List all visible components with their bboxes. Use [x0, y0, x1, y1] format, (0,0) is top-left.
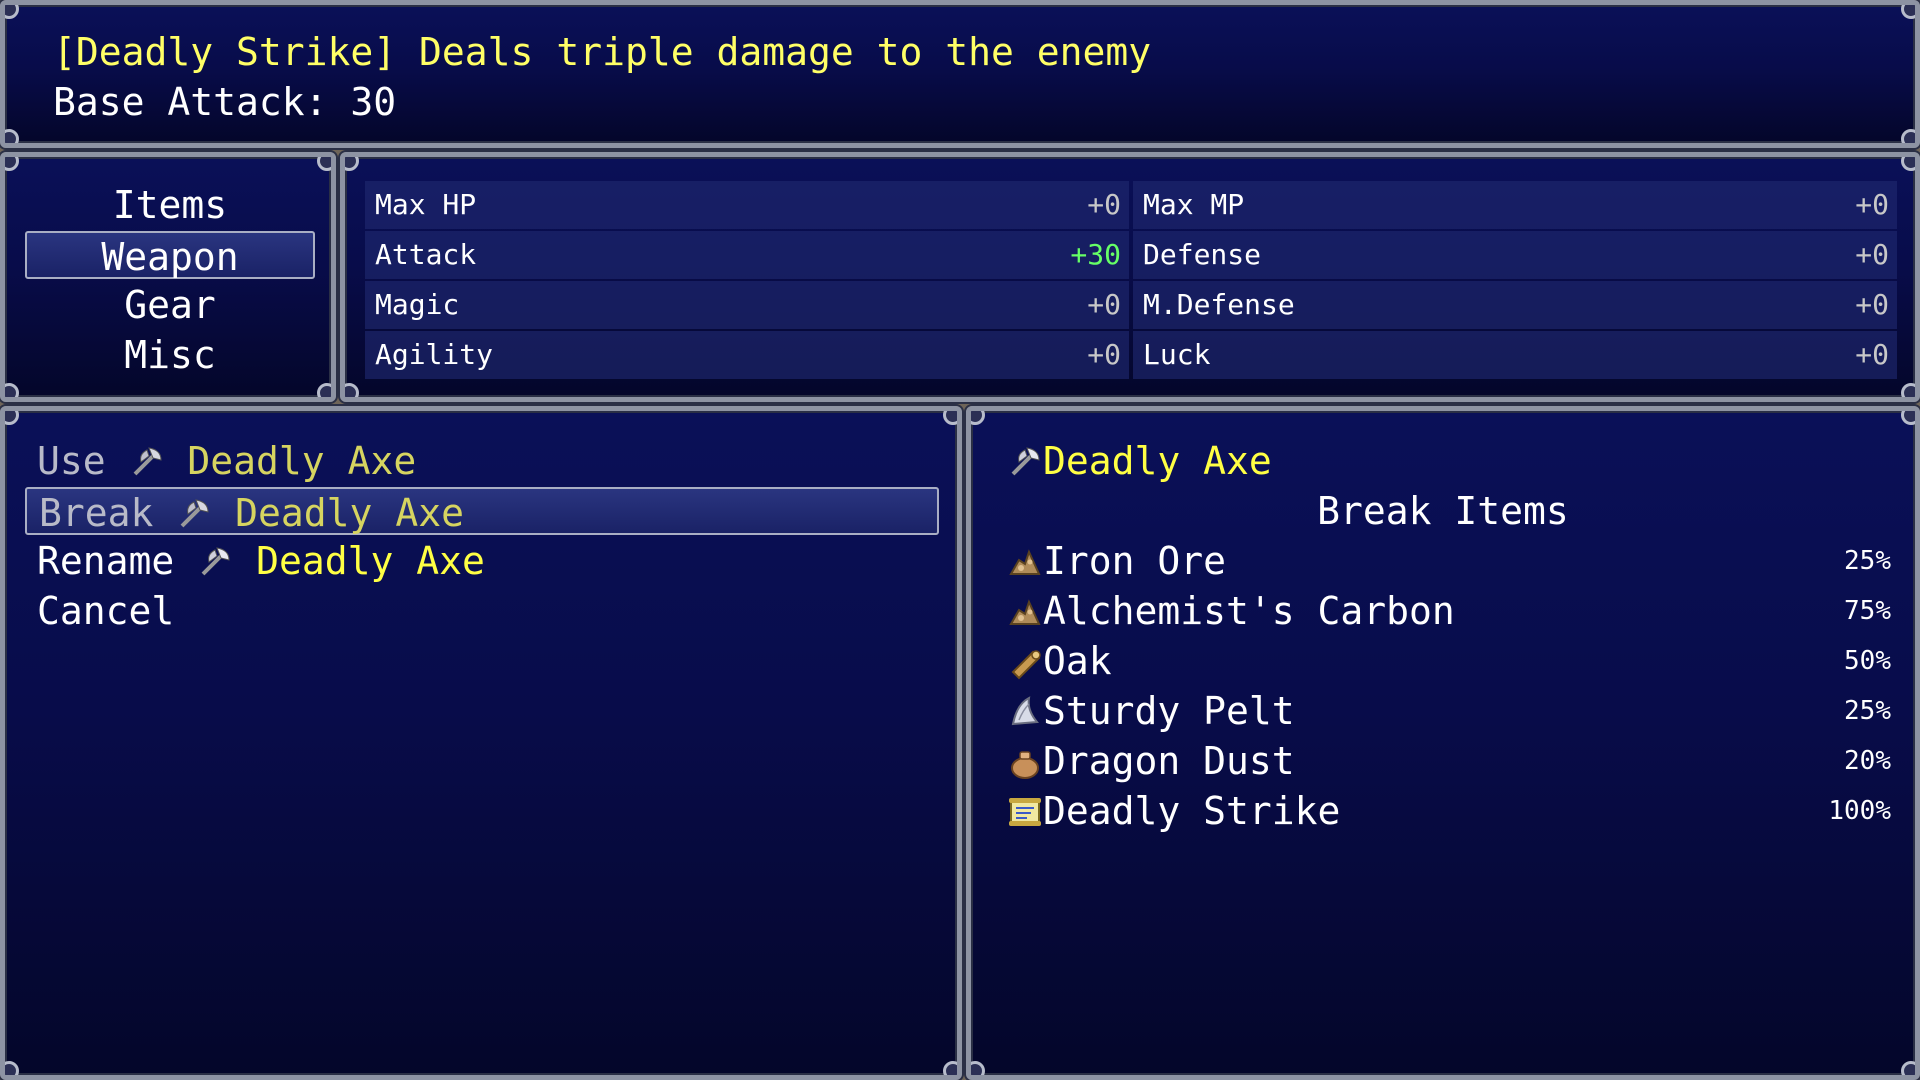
selected-item-title: Deadly Axe	[1007, 437, 1272, 485]
stat-value: +0	[1855, 338, 1889, 371]
drop-name: Sturdy Pelt	[1043, 689, 1295, 733]
frame-corner	[5, 411, 19, 425]
frame-corner	[345, 383, 359, 397]
command-item-name: Deadly Axe	[256, 539, 485, 583]
stats-window: Max HP +0 Max MP +0 Attack +30 Defense +…	[340, 152, 1920, 402]
stat-name: Magic	[375, 288, 460, 321]
drop-row: Dragon Dust 20%	[1007, 737, 1891, 785]
axe-icon	[1007, 443, 1043, 479]
log-icon	[1007, 643, 1043, 680]
stat-luck: Luck +0	[1133, 331, 1897, 379]
command-item-name: Deadly Axe	[235, 491, 464, 535]
use-command[interactable]: Use Deadly Axe	[25, 437, 939, 485]
stat-magic: Magic +0	[365, 281, 1129, 329]
frame-corner	[5, 157, 19, 171]
break-items-header: Break Items	[1317, 489, 1569, 533]
pouch-icon	[1007, 743, 1043, 779]
stat-value: +0	[1855, 288, 1889, 321]
category-items[interactable]: Items	[25, 181, 315, 229]
scroll-icon	[1007, 793, 1043, 829]
help-base-attack: Base Attack: 30	[53, 80, 397, 124]
command-label: Rename	[37, 539, 175, 583]
frame-corner	[1901, 411, 1915, 425]
drop-chance: 25%	[1844, 546, 1891, 576]
frame-corner	[317, 157, 331, 171]
frame-corner	[317, 383, 331, 397]
stat-name: Max HP	[375, 188, 477, 221]
break-command[interactable]: Break Deadly Axe	[25, 487, 939, 535]
category-window: Items Weapon Gear Misc	[0, 152, 336, 402]
category-weapon[interactable]: Weapon	[25, 231, 315, 279]
axe-icon	[176, 495, 212, 531]
stat-value: +0	[1087, 288, 1121, 321]
command-label: Break	[39, 491, 154, 535]
drop-name: Iron Ore	[1043, 539, 1227, 583]
drop-row: Iron Ore 25%	[1007, 537, 1891, 585]
stat-name: Max MP	[1143, 188, 1245, 221]
frame-corner	[5, 5, 19, 19]
stat-name: Defense	[1143, 238, 1262, 271]
stat-m-defense: M.Defense +0	[1133, 281, 1897, 329]
frame-corner	[5, 129, 19, 143]
stat-name: M.Defense	[1143, 288, 1295, 321]
category-gear[interactable]: Gear	[25, 281, 315, 329]
drop-name: Dragon Dust	[1043, 739, 1295, 783]
drop-name: Alchemist's Carbon	[1043, 589, 1455, 633]
stat-name: Luck	[1143, 338, 1211, 371]
drop-row: Deadly Strike 100%	[1007, 787, 1891, 835]
command-label: Cancel	[37, 589, 175, 633]
category-misc[interactable]: Misc	[25, 331, 315, 379]
stat-value: +30	[1070, 238, 1121, 271]
drop-row: Alchemist's Carbon 75%	[1007, 587, 1891, 635]
axe-icon	[129, 443, 165, 479]
command-label: Use	[37, 439, 106, 483]
frame-corner	[1901, 129, 1915, 143]
drop-chance: 100%	[1828, 796, 1891, 826]
stat-value: +0	[1855, 238, 1889, 271]
frame-corner	[5, 1061, 19, 1075]
frame-corner	[345, 157, 359, 171]
stat-max-mp: Max MP +0	[1133, 181, 1897, 229]
help-window: [Deadly Strike] Deals triple damage to t…	[0, 0, 1920, 148]
stat-value: +0	[1087, 338, 1121, 371]
stat-agility: Agility +0	[365, 331, 1129, 379]
cancel-command[interactable]: Cancel	[25, 587, 939, 635]
frame-corner	[943, 1061, 957, 1075]
frame-corner	[1901, 383, 1915, 397]
pelt-icon	[1007, 693, 1043, 729]
frame-corner	[1901, 157, 1915, 171]
drop-row: Oak 50%	[1007, 637, 1891, 685]
ore-icon	[1007, 543, 1043, 579]
drop-chance: 50%	[1844, 646, 1891, 676]
break-info-window: Deadly Axe Break Items Iron Ore 25% Alch…	[966, 406, 1920, 1080]
drop-name: Deadly Strike	[1043, 789, 1341, 833]
axe-icon	[197, 543, 233, 579]
frame-corner	[943, 411, 957, 425]
command-window: Use Deadly Axe Break Deadly Axe Rename D…	[0, 406, 962, 1080]
stat-defense: Defense +0	[1133, 231, 1897, 279]
drop-chance: 25%	[1844, 696, 1891, 726]
ore-icon	[1007, 593, 1043, 629]
stat-name: Attack	[375, 238, 477, 271]
drop-row: Sturdy Pelt 25%	[1007, 687, 1891, 735]
frame-corner	[1901, 1061, 1915, 1075]
stat-attack: Attack +30	[365, 231, 1129, 279]
selected-item-name: Deadly Axe	[1043, 439, 1272, 483]
frame-corner	[971, 1061, 985, 1075]
rename-command[interactable]: Rename Deadly Axe	[25, 537, 939, 585]
stat-value: +0	[1855, 188, 1889, 221]
frame-corner	[5, 383, 19, 397]
drop-chance: 75%	[1844, 596, 1891, 626]
drop-name: Oak	[1043, 639, 1112, 683]
frame-corner	[971, 411, 985, 425]
command-item-name: Deadly Axe	[187, 439, 417, 483]
stat-value: +0	[1087, 188, 1121, 221]
drop-chance: 20%	[1844, 746, 1891, 776]
help-description: [Deadly Strike] Deals triple damage to t…	[53, 30, 1152, 74]
frame-corner	[1901, 5, 1915, 19]
stat-name: Agility	[375, 338, 494, 371]
stat-max-hp: Max HP +0	[365, 181, 1129, 229]
